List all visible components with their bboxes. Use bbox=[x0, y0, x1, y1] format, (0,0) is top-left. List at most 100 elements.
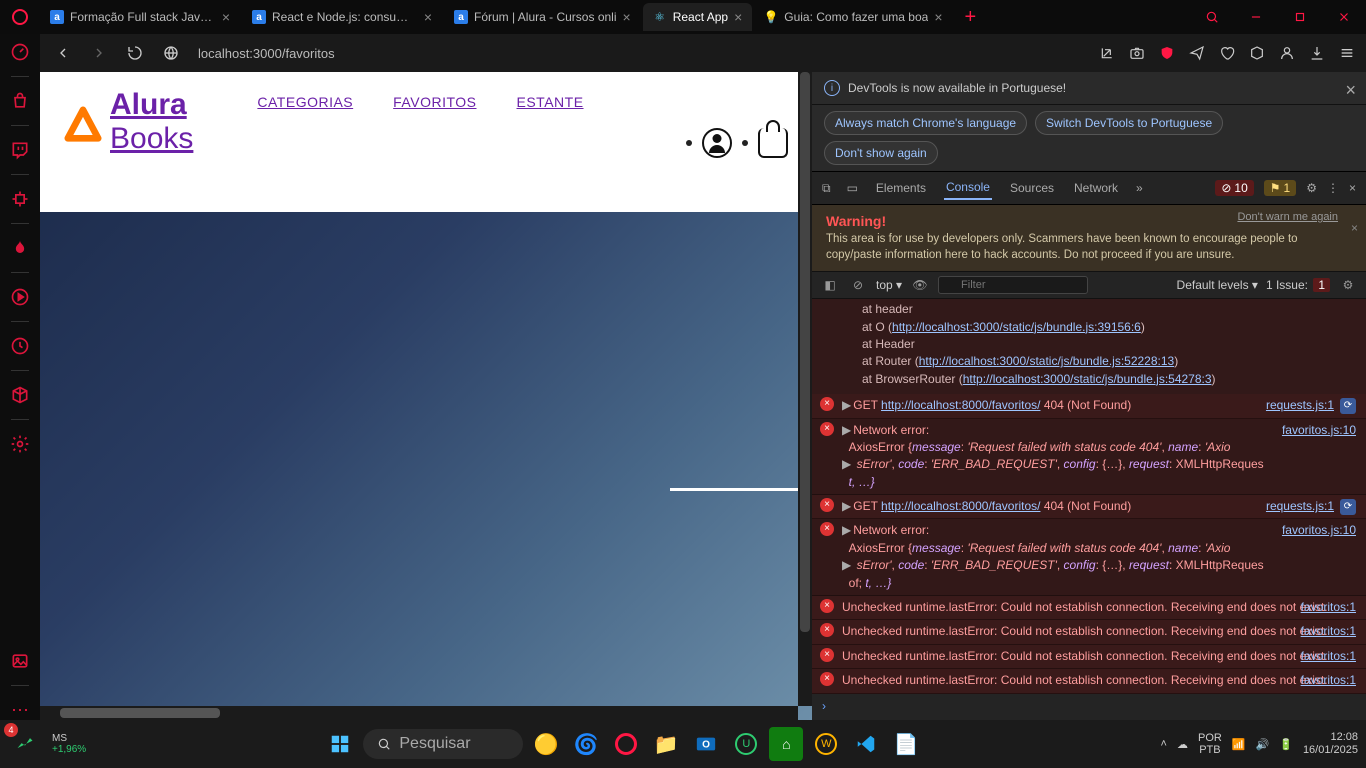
horizontal-scrollbar[interactable] bbox=[40, 706, 798, 720]
close-icon[interactable]: × bbox=[1345, 80, 1356, 101]
vertical-scrollbar[interactable] bbox=[798, 72, 812, 706]
clock[interactable]: 12:0816/01/2025 bbox=[1303, 731, 1358, 757]
more-icon[interactable]: ⋯ bbox=[10, 700, 30, 720]
user-icon[interactable] bbox=[702, 128, 732, 158]
tab-0[interactable]: aFormação Full stack JavaSc× bbox=[40, 3, 240, 31]
switch-language-button[interactable]: Switch DevTools to Portuguese bbox=[1035, 111, 1223, 135]
download-icon[interactable] bbox=[1306, 42, 1328, 64]
battery-icon[interactable]: 🔋 bbox=[1279, 738, 1293, 751]
tab-3[interactable]: ⚛React App× bbox=[643, 3, 753, 31]
opera-menu-icon[interactable] bbox=[0, 9, 40, 25]
language-indicator[interactable]: PORPTB bbox=[1198, 732, 1222, 756]
flame-icon[interactable] bbox=[10, 238, 30, 258]
eye-icon[interactable]: 👁 bbox=[910, 278, 930, 292]
site-info-icon[interactable] bbox=[156, 38, 186, 68]
share-icon[interactable] bbox=[1096, 42, 1118, 64]
tab-2[interactable]: aFórum | Alura - Cursos onli× bbox=[444, 3, 641, 31]
tab-4[interactable]: 💡Guia: Como fazer uma boa× bbox=[754, 3, 952, 31]
logo[interactable]: Alura Books bbox=[64, 88, 193, 156]
xbox-icon[interactable]: ⌂ bbox=[769, 727, 803, 761]
match-language-button[interactable]: Always match Chrome's language bbox=[824, 111, 1027, 135]
clock-icon[interactable] bbox=[10, 336, 30, 356]
heart-icon[interactable] bbox=[1216, 42, 1238, 64]
back-button[interactable] bbox=[48, 38, 78, 68]
warn-count[interactable]: ⚑ 1 bbox=[1264, 180, 1296, 196]
tray-chevron-icon[interactable]: ˄ bbox=[1161, 738, 1167, 750]
device-icon[interactable]: ▭ bbox=[847, 181, 858, 195]
bag-icon[interactable] bbox=[10, 91, 30, 111]
reload-button[interactable] bbox=[120, 38, 150, 68]
vscode-icon[interactable] bbox=[849, 727, 883, 761]
dont-show-button[interactable]: Don't show again bbox=[824, 141, 938, 165]
nav-favoritos[interactable]: FAVORITOS bbox=[393, 94, 476, 110]
cube-icon[interactable] bbox=[10, 385, 30, 405]
menu-icon[interactable] bbox=[1336, 42, 1358, 64]
copilot2-icon[interactable]: 🌀 bbox=[569, 727, 603, 761]
inspect-icon[interactable]: ⧉ bbox=[822, 181, 831, 196]
filter-input[interactable] bbox=[938, 276, 1088, 294]
explorer-icon[interactable]: 📁 bbox=[649, 727, 683, 761]
source-link[interactable]: favoritos:1 bbox=[1301, 672, 1356, 689]
source-link[interactable]: favoritos:1 bbox=[1301, 648, 1356, 665]
source-link[interactable]: favoritos.js:10 bbox=[1282, 422, 1356, 439]
gear-icon[interactable]: ⚙ bbox=[1306, 181, 1317, 195]
shield-icon[interactable] bbox=[1156, 42, 1178, 64]
more-tabs-icon[interactable]: » bbox=[1136, 181, 1143, 195]
notepad-icon[interactable]: 📄 bbox=[889, 727, 923, 761]
copilot-icon[interactable]: 🟡 bbox=[529, 727, 563, 761]
clear-console-icon[interactable]: ⊘ bbox=[848, 278, 868, 292]
source-link[interactable]: requests.js:1⟳ bbox=[1266, 397, 1356, 414]
tab-elements[interactable]: Elements bbox=[874, 177, 928, 199]
forward-button[interactable] bbox=[84, 38, 114, 68]
gauge-icon[interactable] bbox=[10, 42, 30, 62]
close-icon[interactable]: × bbox=[734, 9, 742, 25]
close-icon[interactable]: × bbox=[1351, 221, 1358, 235]
image-icon[interactable] bbox=[10, 651, 30, 671]
gear-icon[interactable] bbox=[10, 434, 30, 454]
bag-icon[interactable] bbox=[758, 128, 788, 158]
volume-icon[interactable]: 🔊 bbox=[1256, 738, 1270, 751]
opera-taskbar-icon[interactable] bbox=[609, 727, 643, 761]
source-link[interactable]: favoritos.js:10 bbox=[1282, 522, 1356, 539]
console-prompt[interactable]: › bbox=[812, 694, 1366, 719]
url-link[interactable]: http://localhost:8000/favoritos/ bbox=[881, 499, 1040, 513]
levels-selector[interactable]: Default levels ▾ bbox=[1177, 278, 1258, 292]
app-icon[interactable]: U bbox=[729, 727, 763, 761]
brand-top[interactable]: Alura bbox=[110, 88, 193, 122]
brand-bottom[interactable]: Books bbox=[110, 122, 193, 156]
new-tab-button[interactable]: + bbox=[955, 6, 987, 29]
close-icon[interactable]: × bbox=[623, 9, 631, 25]
onedrive-icon[interactable]: ☁ bbox=[1177, 738, 1188, 751]
stock-widget[interactable]: MS+1,96% bbox=[52, 733, 86, 755]
tab-network[interactable]: Network bbox=[1072, 177, 1120, 199]
twitch-icon[interactable] bbox=[10, 140, 30, 160]
tab-console[interactable]: Console bbox=[944, 176, 992, 200]
source-link[interactable]: favoritos:1 bbox=[1301, 623, 1356, 640]
close-icon[interactable]: × bbox=[1349, 181, 1356, 195]
play-icon[interactable] bbox=[10, 287, 30, 307]
gear-icon[interactable]: ⚙ bbox=[1338, 278, 1358, 292]
app-icon[interactable]: W bbox=[809, 727, 843, 761]
source-link[interactable]: favoritos:1 bbox=[1301, 599, 1356, 616]
camera-icon[interactable] bbox=[1126, 42, 1148, 64]
stock-widget-icon[interactable] bbox=[8, 727, 42, 761]
taskbar-search[interactable]: Pesquisar bbox=[363, 729, 523, 759]
start-button[interactable] bbox=[323, 727, 357, 761]
close-icon[interactable]: × bbox=[934, 9, 942, 25]
wifi-icon[interactable]: 📶 bbox=[1232, 738, 1246, 751]
source-link[interactable]: requests.js:1⟳ bbox=[1266, 498, 1356, 515]
nav-estante[interactable]: ESTANTE bbox=[517, 94, 584, 110]
search-button[interactable] bbox=[1190, 0, 1234, 34]
profile-icon[interactable] bbox=[1276, 42, 1298, 64]
tab-1[interactable]: aReact e Node.js: consumind× bbox=[242, 3, 442, 31]
cube-icon[interactable] bbox=[1246, 42, 1268, 64]
context-selector[interactable]: top ▾ bbox=[876, 278, 902, 292]
url-text[interactable]: localhost:3000/favoritos bbox=[198, 46, 335, 61]
source-link[interactable]: http://localhost:3000/static/js/bundle.j… bbox=[919, 354, 1175, 368]
sidebar-toggle-icon[interactable]: ◧ bbox=[820, 278, 840, 292]
send-icon[interactable] bbox=[1186, 42, 1208, 64]
outlook-icon[interactable]: O bbox=[689, 727, 723, 761]
source-link[interactable]: http://localhost:3000/static/js/bundle.j… bbox=[892, 320, 1141, 334]
maximize-button[interactable] bbox=[1278, 0, 1322, 34]
chip-icon[interactable] bbox=[10, 189, 30, 209]
